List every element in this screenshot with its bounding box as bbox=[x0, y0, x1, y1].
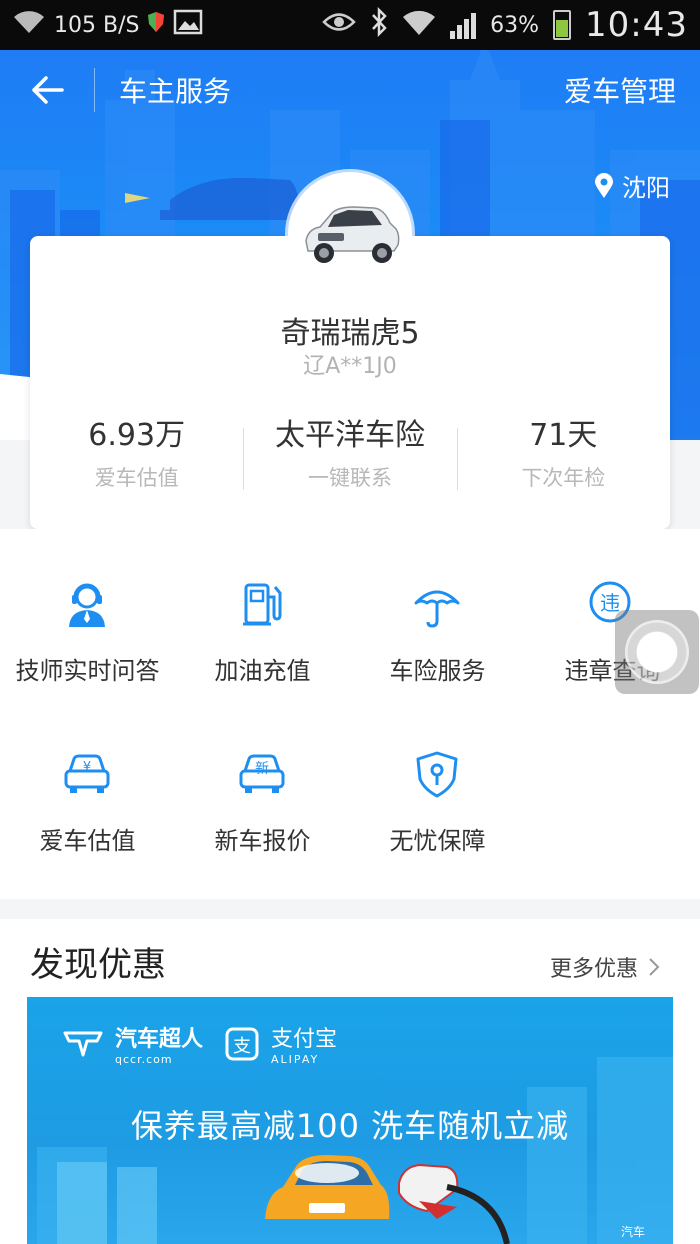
car-valuation-icon: ¥ bbox=[64, 754, 110, 793]
alipay-logo-icon: 支 bbox=[225, 1027, 259, 1060]
umbrella-icon bbox=[414, 590, 460, 628]
bluetooth-icon bbox=[370, 6, 388, 43]
location-pin-icon bbox=[595, 172, 613, 198]
gallery-icon bbox=[173, 9, 203, 41]
assistive-touch-icon bbox=[625, 620, 689, 684]
battery-icon bbox=[553, 10, 572, 40]
car-plate-number: 辽A**1J0 bbox=[303, 354, 397, 379]
service-fuel-topup[interactable]: 加油充值 bbox=[175, 529, 350, 685]
service-label: 车险服务 bbox=[389, 657, 486, 685]
chevron-right-icon bbox=[649, 958, 660, 976]
svg-text:违: 违 bbox=[600, 591, 620, 615]
service-label: 爱车估值 bbox=[39, 827, 136, 855]
back-arrow-icon bbox=[32, 76, 64, 104]
nav-divider bbox=[94, 68, 95, 112]
brand-alipay-en: ALIPAY bbox=[271, 1053, 320, 1066]
stat-label: 下次年检 bbox=[521, 466, 606, 490]
svg-text:新: 新 bbox=[255, 761, 269, 777]
service-car-valuation[interactable]: ¥ 爱车估值 bbox=[0, 699, 175, 855]
city-name: 沈阳 bbox=[622, 174, 670, 202]
stat-valuation[interactable]: 6.93万 爱车估值 bbox=[30, 416, 243, 496]
technician-icon bbox=[69, 583, 105, 627]
stat-inspection[interactable]: 71天 下次年检 bbox=[456, 416, 670, 496]
service-worry-free[interactable]: 无忧保障 bbox=[350, 699, 525, 855]
promo-text: 保养最高减100 洗车随机立减 bbox=[130, 1107, 570, 1145]
service-grid: 技师实时问答 加油充值 车险服务 违 违章查询 ¥ 爱车估值 新 新车报价 无忧… bbox=[0, 529, 700, 899]
stat-value: 太平洋车险 bbox=[274, 418, 425, 453]
service-insurance[interactable]: 车险服务 bbox=[350, 529, 525, 685]
promo-banner[interactable]: 汽车超人 qccr.com 支 支付宝 ALIPAY 保养最高减100 洗车随机… bbox=[27, 997, 673, 1244]
brand-alipay: 支付宝 bbox=[271, 1027, 338, 1052]
service-label: 技师实时问答 bbox=[15, 657, 160, 685]
discover-section: 发现优惠 更多优惠 汽车超人 qccr.com 支 支付宝 ALIPAY 保养最… bbox=[0, 919, 700, 1244]
car-avatar[interactable] bbox=[288, 172, 412, 296]
city-selector[interactable]: 沈阳 bbox=[594, 168, 670, 203]
brand-qccr: 汽车超人 bbox=[115, 1027, 204, 1052]
svg-text:¥: ¥ bbox=[83, 760, 91, 775]
clock: 10:43 bbox=[585, 5, 688, 45]
wifi-signal-icon bbox=[402, 7, 436, 43]
stat-value: 71天 bbox=[529, 418, 598, 453]
eye-icon bbox=[322, 11, 356, 39]
shield-icon bbox=[416, 751, 458, 798]
more-deals-link[interactable]: 更多优惠 bbox=[550, 951, 660, 983]
new-car-icon: 新 bbox=[239, 754, 285, 793]
service-label: 加油充值 bbox=[214, 657, 311, 685]
service-new-car-price[interactable]: 新 新车报价 bbox=[175, 699, 350, 855]
qccr-logo-icon bbox=[63, 1031, 103, 1056]
more-deals-label: 更多优惠 bbox=[549, 957, 638, 982]
stat-label: 爱车估值 bbox=[94, 466, 179, 490]
battery-percent: 63% bbox=[490, 12, 540, 38]
stat-value: 6.93万 bbox=[88, 418, 186, 453]
fuel-pump-icon bbox=[243, 583, 282, 626]
stat-insurance[interactable]: 太平洋车险 一键联系 bbox=[243, 416, 456, 496]
wifi-icon bbox=[12, 9, 46, 41]
shield-small-icon bbox=[147, 11, 165, 39]
service-label: 无忧保障 bbox=[389, 827, 486, 855]
section-title: 发现优惠 bbox=[30, 945, 166, 985]
status-bar: 105 B/S 63% 10:43 bbox=[0, 0, 700, 50]
nav-bar: 车主服务 爱车管理 bbox=[0, 50, 700, 130]
page-title: 车主服务 bbox=[119, 75, 232, 108]
car-model-name: 奇瑞瑞虎5 bbox=[280, 316, 420, 351]
car-photo-icon bbox=[305, 206, 400, 263]
car-management-link[interactable]: 爱车管理 bbox=[564, 70, 676, 110]
brand-qccr-domain: qccr.com bbox=[115, 1053, 173, 1066]
stat-label: 一键联系 bbox=[307, 466, 392, 490]
banner-brands: 汽车超人 qccr.com 支 支付宝 ALIPAY bbox=[63, 1021, 337, 1066]
svg-text:支: 支 bbox=[233, 1036, 251, 1057]
watermark: 汽车 bbox=[620, 1225, 645, 1239]
back-button[interactable] bbox=[0, 50, 94, 130]
assistive-touch-button[interactable] bbox=[615, 610, 699, 694]
net-speed: 105 B/S bbox=[54, 12, 140, 38]
cell-signal-icon bbox=[450, 11, 477, 39]
car-stats: 6.93万 爱车估值 太平洋车险 一键联系 71天 下次年检 bbox=[30, 416, 670, 496]
service-label: 新车报价 bbox=[214, 827, 311, 855]
service-technician-qa[interactable]: 技师实时问答 bbox=[0, 529, 175, 685]
